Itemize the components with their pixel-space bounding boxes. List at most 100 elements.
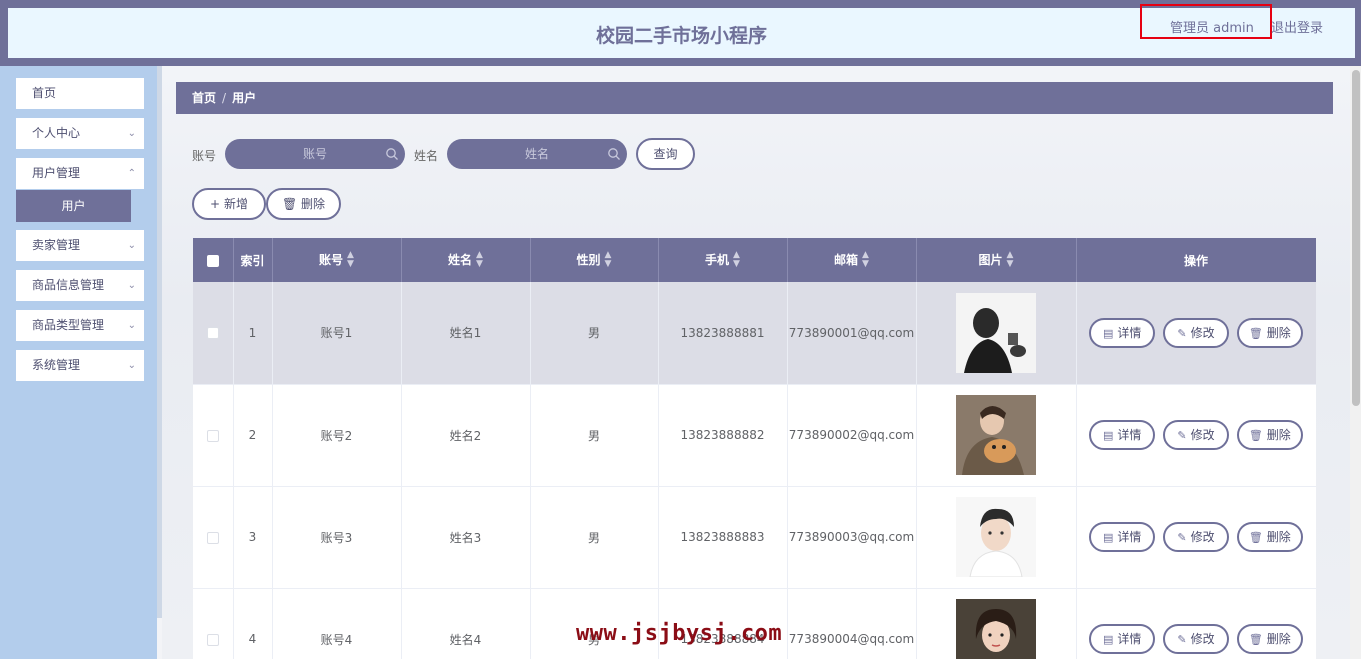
search-icon	[608, 148, 620, 160]
search-icon	[386, 148, 398, 160]
row-select-cell[interactable]	[193, 384, 234, 487]
edit-label: 修改	[1190, 632, 1215, 646]
sidebar-item-home[interactable]: 首页	[16, 78, 144, 109]
sidebar-item-system[interactable]: 系统管理 ⌄	[16, 350, 144, 381]
row-name: 姓名1	[401, 282, 531, 385]
row-image-cell	[916, 588, 1077, 659]
document-icon: ▤	[1102, 633, 1114, 646]
delete-label: 删除	[1266, 530, 1291, 544]
row-actions: ▤ 详情 ✎ 修改 🗑︎ 删除	[1076, 282, 1316, 385]
col-email-label: 邮箱	[834, 252, 859, 267]
delete-label: 删除	[1266, 325, 1291, 340]
row-select-cell[interactable]	[193, 282, 234, 385]
sidebar-item-seller-management[interactable]: 卖家管理 ⌄	[16, 230, 144, 261]
row-checkbox[interactable]	[206, 633, 219, 646]
row-select-cell[interactable]	[193, 486, 234, 589]
user-table: 索引 账号 ▲ ▼ 姓名 ▲ ▼ 性别 ▲ ▼ 手机 ▲ ▼ 邮箱 ▲ ▼ 图片 ▲ ▼ 操作 1 账号…	[193, 238, 1316, 659]
col-email[interactable]: 邮箱 ▲ ▼	[787, 238, 917, 282]
row-checkbox[interactable]	[206, 327, 219, 340]
sort-icon[interactable]: ▲ ▼	[862, 251, 869, 269]
row-email: 773890002@qq.com	[787, 384, 917, 487]
pencil-icon: ✎	[1177, 429, 1187, 442]
row-email: 773890001@qq.com	[787, 282, 917, 385]
delete-button[interactable]: 🗑︎ 删除	[1236, 522, 1303, 552]
document-icon: ▤	[1102, 429, 1114, 442]
col-account[interactable]: 账号 ▲ ▼	[272, 238, 402, 282]
name-search-input[interactable]	[447, 139, 627, 169]
delete-button[interactable]: 🗑︎ 删除	[1236, 317, 1303, 348]
col-gender[interactable]: 性别 ▲ ▼	[530, 238, 659, 282]
row-name: 姓名2	[401, 384, 531, 487]
row-gender: 男	[530, 486, 659, 589]
delete-button[interactable]: 🗑︎ 删除	[1236, 420, 1303, 450]
sort-icon[interactable]: ▲ ▼	[1007, 251, 1014, 269]
row-index: 1	[233, 282, 273, 385]
delete-button[interactable]: 🗑︎ 删除	[1236, 624, 1303, 654]
row-index: 4	[233, 588, 273, 659]
edit-button[interactable]: ✎ 修改	[1163, 522, 1229, 552]
sidebar-subitem-users[interactable]: 用户	[16, 190, 131, 222]
sort-icon[interactable]: ▲ ▼	[347, 251, 354, 269]
account-search-input[interactable]	[225, 139, 405, 169]
row-account: 账号2	[272, 384, 402, 487]
sidebar-item-label: 商品信息管理	[32, 278, 105, 292]
row-image-cell	[916, 384, 1077, 487]
chevron-down-icon: ⌄	[127, 320, 136, 331]
table-row: 3 账号3 姓名3 男 13823888883 773890003@qq.com…	[193, 486, 1316, 589]
page-scrollbar-thumb[interactable]	[1352, 70, 1360, 406]
account-search-label: 账号	[192, 149, 217, 163]
admin-username: 管理员 admin	[1170, 21, 1254, 36]
edit-button[interactable]: ✎ 修改	[1163, 624, 1229, 654]
col-account-label: 账号	[319, 252, 344, 267]
logout-link[interactable]: 退出登录	[1271, 17, 1323, 36]
chevron-up-icon: ⌃	[127, 168, 136, 179]
document-icon: ▤	[1102, 326, 1114, 340]
select-all-checkbox[interactable]	[206, 254, 219, 267]
row-index: 3	[233, 486, 273, 589]
sidebar-item-label: 用户管理	[32, 166, 81, 180]
chevron-down-icon: ⌄	[127, 128, 136, 139]
detail-button[interactable]: ▤ 详情	[1089, 420, 1156, 450]
plus-icon: +	[210, 197, 221, 211]
sidebar-item-user-management[interactable]: 用户管理 ⌃	[16, 158, 144, 189]
table-row: 1 账号1 姓名1 男 13823888881 773890001@qq.com…	[193, 282, 1316, 385]
breadcrumb-current: 用户	[232, 91, 257, 105]
row-checkbox[interactable]	[206, 429, 219, 442]
row-name: 姓名3	[401, 486, 531, 589]
detail-button[interactable]: ▤ 详情	[1089, 317, 1156, 348]
row-gender: 男	[530, 384, 659, 487]
detail-button[interactable]: ▤ 详情	[1089, 624, 1156, 654]
row-image-cell	[916, 486, 1077, 589]
add-button[interactable]: + 新增	[192, 188, 266, 220]
select-all-cell[interactable]	[193, 238, 234, 282]
batch-delete-button[interactable]: 🗑︎ 删除	[266, 188, 341, 220]
sort-icon[interactable]: ▲ ▼	[476, 251, 483, 269]
chevron-down-icon: ⌄	[127, 280, 136, 291]
sidebar-item-personal-center[interactable]: 个人中心 ⌄	[16, 118, 144, 149]
col-name[interactable]: 姓名 ▲ ▼	[401, 238, 531, 282]
edit-button[interactable]: ✎ 修改	[1163, 317, 1229, 348]
query-button[interactable]: 查询	[636, 138, 695, 170]
row-gender: 男	[530, 282, 659, 385]
document-icon: ▤	[1102, 531, 1114, 544]
trash-icon: 🗑︎	[1248, 326, 1263, 340]
edit-button[interactable]: ✎ 修改	[1163, 420, 1229, 450]
col-phone[interactable]: 手机 ▲ ▼	[658, 238, 788, 282]
detail-button[interactable]: ▤ 详情	[1089, 522, 1156, 552]
sidebar-item-product-info[interactable]: 商品信息管理 ⌄	[16, 270, 144, 301]
user-avatar-image	[956, 599, 1036, 659]
sort-icon[interactable]: ▲ ▼	[605, 251, 612, 269]
detail-label: 详情	[1117, 530, 1142, 544]
row-select-cell[interactable]	[193, 588, 234, 659]
row-image-cell	[916, 282, 1077, 385]
breadcrumb-home[interactable]: 首页	[192, 91, 216, 105]
delete-label: 删除	[1266, 632, 1291, 646]
chevron-down-icon: ⌄	[127, 240, 136, 251]
row-phone: 13823888881	[658, 282, 788, 385]
col-image[interactable]: 图片 ▲ ▼	[916, 238, 1077, 282]
sidebar-item-product-type[interactable]: 商品类型管理 ⌄	[16, 310, 144, 341]
chevron-down-icon: ⌄	[127, 360, 136, 371]
row-checkbox[interactable]	[206, 531, 219, 544]
sort-icon[interactable]: ▲ ▼	[733, 251, 740, 269]
trash-icon: 🗑︎	[1248, 531, 1263, 544]
